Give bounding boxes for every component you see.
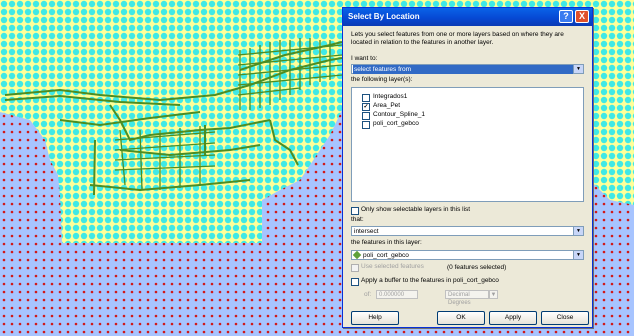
- dropdown-arrow-icon[interactable]: ▼: [489, 290, 498, 299]
- close-icon[interactable]: X: [575, 10, 589, 23]
- selection-method-dropdown[interactable]: select features from ▼: [351, 64, 584, 74]
- layer-checkbox-checked[interactable]: ✓: [362, 103, 370, 111]
- layer-item-label: Integrados1: [373, 93, 408, 100]
- layer-item-label: poli_cort_gebco: [373, 120, 419, 127]
- buffer-checkbox[interactable]: [351, 278, 359, 286]
- source-layer-value: poli_cort_gebco: [363, 252, 409, 259]
- source-layer-dropdown[interactable]: poli_cort_gebco ▼: [351, 250, 584, 260]
- spatial-relation-value: intersect: [354, 228, 379, 235]
- select-by-location-dialog: Select By Location ? X Lets you select f…: [342, 7, 593, 328]
- use-selected-label: Use selected features: [361, 263, 424, 270]
- only-selectable-checkbox[interactable]: [351, 207, 359, 215]
- layer-item-label: Contour_Spline_1: [373, 111, 426, 118]
- buffer-label: Apply a buffer to the features in poli_c…: [361, 277, 499, 284]
- that-label: that:: [351, 216, 364, 223]
- buffer-distance-input[interactable]: 0.000000: [376, 290, 418, 299]
- use-selected-checkbox[interactable]: [351, 264, 359, 272]
- dialog-description: Lets you select features from one or mor…: [351, 31, 564, 46]
- apply-button[interactable]: Apply: [489, 311, 537, 325]
- ok-button[interactable]: OK: [437, 311, 485, 325]
- dropdown-arrow-icon[interactable]: ▼: [573, 251, 583, 259]
- dialog-titlebar[interactable]: Select By Location ? X: [343, 8, 592, 26]
- of-label: of:: [364, 291, 372, 298]
- features-in-layer-label: the features in this layer:: [351, 239, 422, 246]
- dropdown-arrow-icon[interactable]: ▼: [573, 227, 583, 235]
- layer-checkbox[interactable]: [362, 121, 370, 129]
- selected-count: (0 features selected): [447, 264, 507, 271]
- i-want-to-label: I want to:: [351, 55, 378, 62]
- only-selectable-label: Only show selectable layers in this list: [361, 206, 471, 213]
- layer-checkbox[interactable]: [362, 112, 370, 120]
- help-icon[interactable]: ?: [559, 10, 573, 23]
- layers-label: the following layer(s):: [351, 76, 413, 83]
- layer-list[interactable]: Integrados1 ✓ Area_Pet Contour_Spline_1 …: [351, 87, 584, 202]
- dialog-title: Select By Location: [348, 12, 420, 21]
- selection-method-value: select features from: [353, 65, 573, 74]
- close-button[interactable]: Close: [541, 311, 589, 325]
- layer-item-label: Area_Pet: [373, 102, 401, 109]
- layer-diamond-icon: [352, 250, 362, 260]
- spatial-relation-dropdown[interactable]: intersect ▼: [351, 226, 584, 236]
- dropdown-arrow-icon[interactable]: ▼: [573, 65, 583, 73]
- layer-checkbox[interactable]: [362, 94, 370, 102]
- buffer-units-select[interactable]: Decimal Degrees: [445, 290, 489, 306]
- help-button[interactable]: Help: [351, 311, 399, 325]
